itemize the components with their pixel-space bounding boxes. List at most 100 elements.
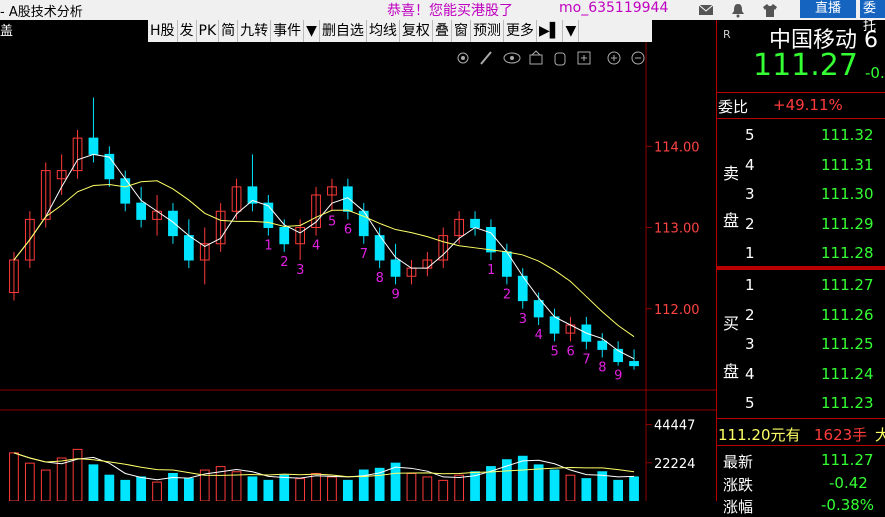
buy-label-1: 买: [723, 314, 740, 333]
live-button[interactable]: 直播: [800, 0, 856, 18]
volume-bar: [40, 469, 51, 501]
divider: [717, 118, 885, 119]
sell-level-5: 5: [745, 126, 755, 144]
kline-chart[interactable]: 114.00113.00112.004444722224123456789123…: [0, 20, 716, 501]
note-qty: 1623手: [814, 426, 868, 444]
order-button[interactable]: 委托: [860, 0, 885, 34]
buy-price-2[interactable]: 111.26: [821, 306, 874, 324]
volume-tick-label: 44447: [654, 419, 695, 434]
username[interactable]: mo_635119944: [559, 0, 668, 16]
td-seq-a-count-label: 9: [392, 287, 400, 302]
sell-level-3: 3: [745, 185, 755, 203]
toolbar-button-1[interactable]: 发: [178, 20, 197, 42]
sell-price-5[interactable]: 111.32: [821, 126, 874, 144]
eye-icon[interactable]: [503, 52, 521, 64]
candle-body: [279, 227, 290, 245]
toolbar-button-3[interactable]: 简: [219, 20, 239, 42]
shirt-icon[interactable]: [762, 2, 778, 18]
quote-panel: R 中国移动 6 111.27 -0. 委比 +49.11% 卖 盘 买 盘 1…: [716, 20, 885, 516]
td-seq-a-count-label: 1: [264, 239, 272, 254]
pen-icon[interactable]: [480, 51, 492, 65]
volume-bar: [120, 479, 131, 501]
toolbar-button-11[interactable]: 窗: [452, 20, 471, 42]
title-bar: - A股技术分析 恭喜！您能买港股了 mo_635119944 直播 委托: [0, 0, 885, 34]
buy-level-3: 3: [745, 335, 755, 353]
toolbar-button-0[interactable]: H股: [148, 20, 178, 42]
sell-level-2: 2: [745, 214, 755, 233]
latest-value: 111.27: [821, 451, 874, 469]
candle-body: [390, 259, 401, 277]
basket-icon[interactable]: [529, 50, 543, 65]
book-divider: [717, 266, 885, 270]
candle-body: [168, 210, 178, 237]
volume-bar: [533, 464, 544, 501]
mail-icon[interactable]: [698, 2, 714, 18]
toolbar-button-4[interactable]: 九转: [238, 20, 272, 42]
sell-label-1: 卖: [723, 164, 740, 183]
volume-bar: [152, 481, 162, 501]
td-seq-a-count-label: 8: [376, 271, 384, 286]
buy-price-1[interactable]: 111.27: [821, 276, 874, 294]
td-seq-a-count-label: 2: [280, 255, 288, 270]
settings-icon[interactable]: [457, 52, 469, 64]
buy-price-3[interactable]: 111.25: [821, 335, 874, 353]
td-seq-b-count-label: 7: [582, 352, 590, 367]
candle-body: [549, 316, 560, 334]
zoom-out-icon[interactable]: [631, 51, 645, 65]
candle-body: [470, 218, 480, 228]
toolbar-button-9[interactable]: 复权: [400, 20, 433, 42]
buy-level-4: 4: [745, 364, 755, 383]
volume-bar: [358, 469, 369, 501]
toolbar-button-15[interactable]: ▼: [563, 20, 580, 42]
buy-level-2: 2: [745, 305, 755, 324]
toolbar-button-13[interactable]: 更多: [504, 20, 537, 42]
volume-bar: [136, 476, 147, 501]
td-seq-a-count-label: 4: [312, 239, 320, 254]
volume-bar: [183, 478, 194, 501]
chart-toolbar: H股发 PK 简九转 事件 ▼ 删自选 均线 复权叠窗预测 更多 ▶▌ ▼: [148, 20, 652, 42]
volume-bar: [327, 476, 337, 501]
toolbar-button-2[interactable]: PK: [197, 20, 220, 42]
change-label: 涨跌: [723, 476, 754, 494]
td-seq-b-count-label: 1: [487, 263, 495, 278]
td-seq-b-count-label: 5: [551, 344, 559, 359]
volume-bar: [454, 474, 465, 501]
fit-icon[interactable]: [577, 51, 591, 65]
candle-body: [597, 340, 608, 350]
zoom-in-icon[interactable]: [607, 51, 621, 65]
toolbar-button-7[interactable]: 删自选: [320, 20, 367, 42]
td-seq-a-count-label: 3: [296, 263, 304, 278]
toolbar-button-10[interactable]: 叠: [433, 20, 452, 42]
toolbar-button-6[interactable]: ▼: [304, 20, 320, 42]
sell-price-3[interactable]: 111.30: [821, 185, 874, 203]
toolbar-button-8[interactable]: 均线: [367, 20, 400, 42]
price-tick-label: 113.00: [654, 222, 700, 237]
promo-link[interactable]: 恭喜！您能买港股了: [387, 0, 513, 20]
toolbar-button-5[interactable]: 事件: [271, 20, 305, 42]
price-tick-label: 112.00: [654, 303, 700, 318]
td-seq-b-count-label: 6: [566, 344, 574, 359]
toolbar-button-14[interactable]: ▶▌: [537, 20, 564, 42]
hand-icon[interactable]: [554, 52, 566, 66]
volume-bar: [342, 479, 353, 501]
divider: [717, 445, 885, 446]
bell-icon[interactable]: [730, 2, 746, 18]
volume-bar: [438, 479, 449, 501]
divider: [717, 418, 885, 419]
window-title: - A股技术分析: [0, 5, 83, 20]
toolbar-button-12[interactable]: 预测: [471, 20, 504, 42]
volume-bar: [72, 448, 83, 501]
volume-bar: [279, 474, 290, 501]
td-seq-a-count-label: 5: [328, 214, 336, 229]
volume-bar: [9, 452, 19, 501]
sell-price-4[interactable]: 111.31: [821, 156, 874, 174]
volume-bar: [24, 462, 35, 501]
buy-price-4[interactable]: 111.24: [821, 365, 874, 383]
sell-price-2[interactable]: 111.29: [821, 215, 874, 233]
volume-bar: [231, 471, 242, 501]
candle-body: [104, 153, 115, 180]
candle-body: [88, 137, 99, 155]
sell-price-1[interactable]: 111.28: [821, 244, 874, 262]
volume-bar: [406, 472, 417, 501]
buy-price-5[interactable]: 111.23: [821, 394, 874, 412]
